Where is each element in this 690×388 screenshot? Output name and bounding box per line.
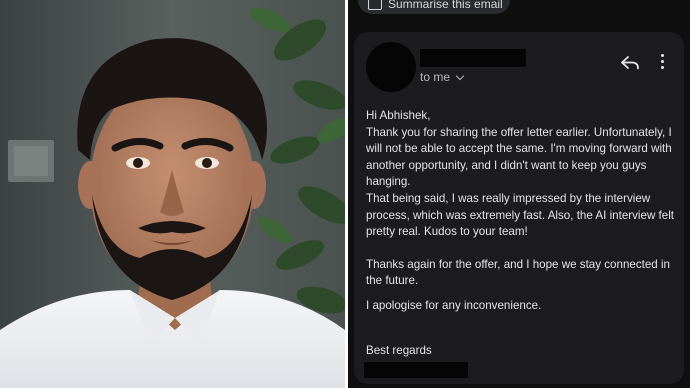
email-greeting: Hi Abhishek, xyxy=(366,109,431,122)
sender-name-redacted xyxy=(420,49,526,67)
recipient-label: to me xyxy=(420,70,451,84)
more-vert-icon[interactable] xyxy=(658,54,666,72)
email-signoff: Best regards xyxy=(366,344,432,357)
summary-icon xyxy=(368,0,382,10)
reply-icon[interactable] xyxy=(620,54,640,72)
summarise-email-label: Summarise this email xyxy=(388,0,503,11)
recipient-details-toggle[interactable]: to me xyxy=(420,70,465,84)
email-paragraph-decline: Thank you for sharing the offer letter e… xyxy=(366,125,672,189)
portrait-illustration xyxy=(0,0,345,388)
chevron-down-icon[interactable] xyxy=(455,71,465,80)
portrait-photo xyxy=(0,0,345,388)
summarise-email-button[interactable]: Summarise this email xyxy=(358,0,510,14)
email-body: Hi Abhishek, Thank you for sharing the o… xyxy=(366,108,678,315)
screenshot-composite: Summarise this email to me Hi Abhishek, … xyxy=(0,0,690,388)
email-card: to me Hi Abhishek, Thank you for sharing… xyxy=(354,32,684,384)
email-paragraph-apology: I apologise for any inconvenience. xyxy=(366,298,542,312)
email-paragraph-feedback: That being said, I was really impressed … xyxy=(366,191,675,239)
email-screenshot: Summarise this email to me Hi Abhishek, … xyxy=(348,0,690,388)
signature-redacted xyxy=(364,362,468,378)
email-paragraph-thanks: Thanks again for the offer, and I hope w… xyxy=(366,257,671,288)
sender-avatar[interactable] xyxy=(366,42,416,92)
